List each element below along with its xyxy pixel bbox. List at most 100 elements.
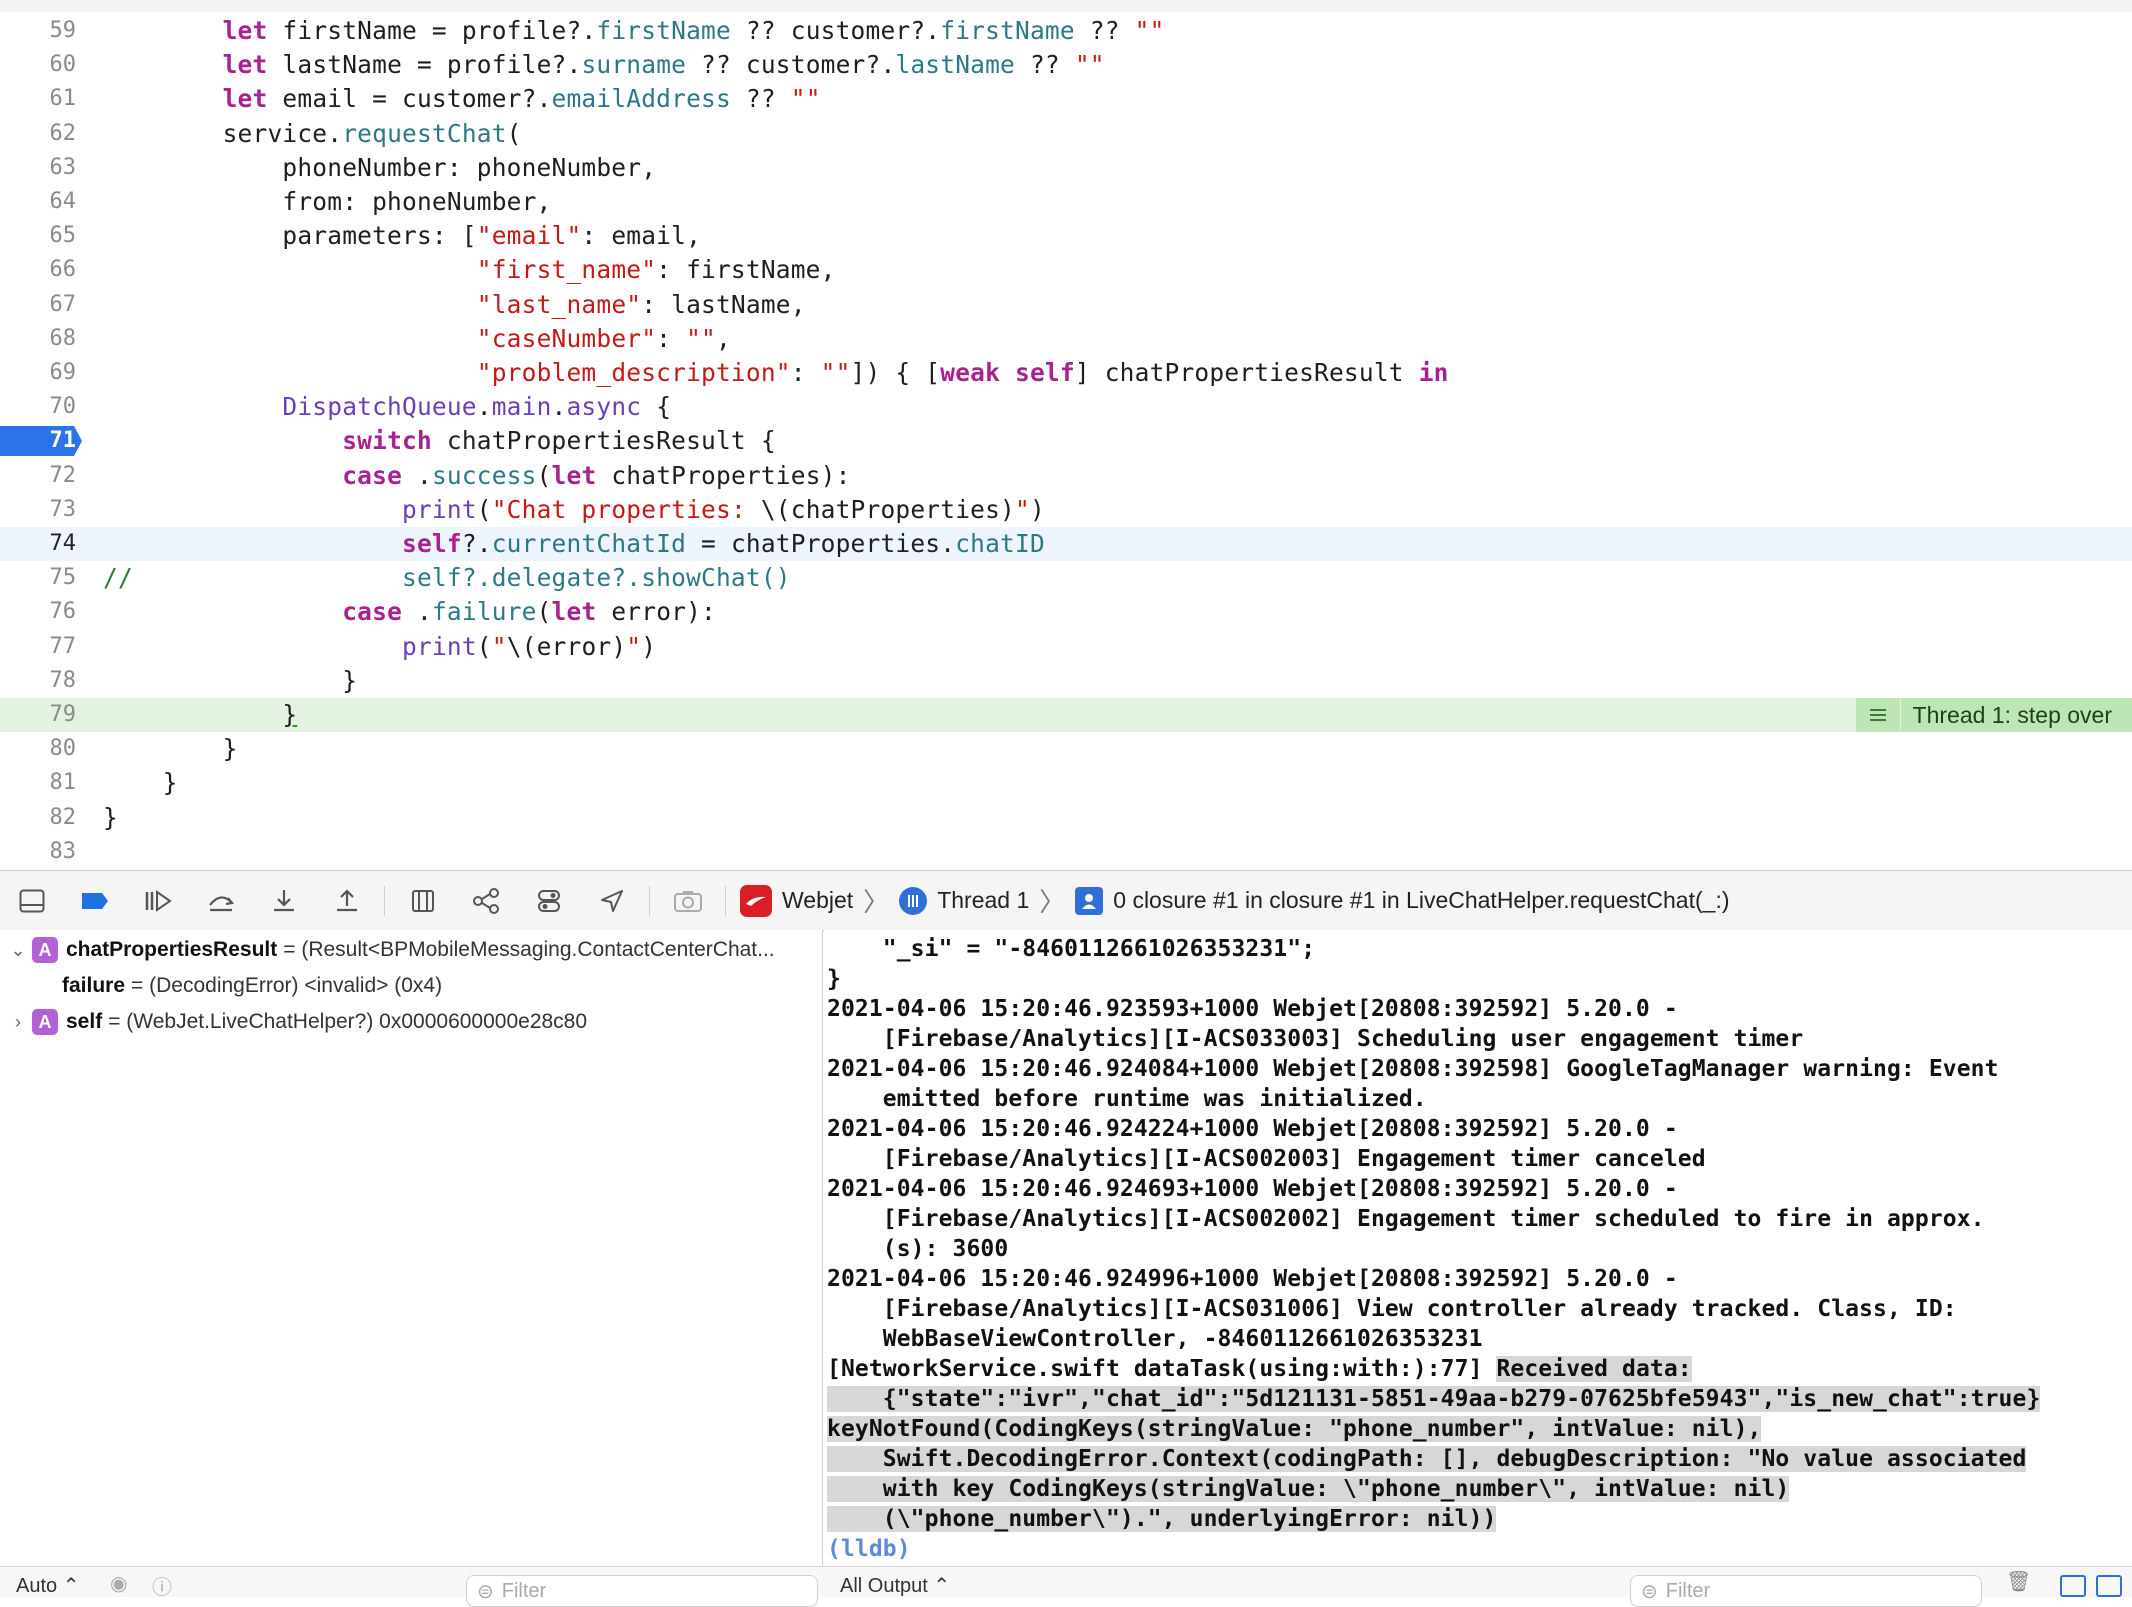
log-text: 2021-04-06 15:20:46.924693+1000 Webjet[2… [827, 1176, 1678, 1202]
breakpoints-toggle-button[interactable] [63, 871, 126, 930]
log-text: 2021-04-06 15:20:46.924084+1000 Webjet[2… [827, 1056, 1999, 1082]
code-line[interactable]: 80 } [0, 732, 2132, 766]
code-text: case .failure(let error): [342, 597, 717, 627]
console-line: emitted before runtime was initialized. [827, 1084, 2040, 1114]
code-line[interactable]: 68 "caseNumber": "", [0, 322, 2132, 356]
output-scope-popup[interactable]: All Output ⌃ [840, 1573, 950, 1598]
trash-icon[interactable]: 🗑 [2006, 1569, 2031, 1594]
code-line[interactable]: 83 [0, 835, 2132, 869]
code-line[interactable]: 77 print("\(error)") [0, 630, 2132, 664]
line-number: 71 [49, 428, 77, 454]
code-line[interactable]: 75 // self?.delegate?.showChat() [0, 561, 2132, 595]
memory-graph-button[interactable] [454, 871, 517, 930]
log-text: emitted before runtime was initialized. [827, 1086, 1427, 1112]
memory-graph-icon [472, 887, 499, 914]
simulate-location-button[interactable] [580, 871, 643, 930]
code-text: "problem_description": ""]) { [weak self… [476, 358, 1449, 387]
location-arrow-icon [600, 889, 623, 912]
environment-overrides-button[interactable] [517, 871, 580, 930]
code-line[interactable]: 69 "problem_description": ""]) { [weak s… [0, 356, 2132, 390]
breadcrumb-thread[interactable]: Thread 1 [899, 886, 1029, 915]
log-text: WebBaseViewController, -8460112661026353… [827, 1326, 1483, 1352]
split-left-icon[interactable] [2060, 1575, 2086, 1597]
code-line[interactable]: 74 self?.currentChatId = chatProperties.… [0, 527, 2132, 561]
variable-value: = (Result<BPMobileMessaging.ContactCente… [283, 938, 775, 961]
console-output[interactable]: "_si" = "-8460112661026353231";} 2021-04-… [824, 930, 2132, 1560]
auto-scope-popup[interactable]: Auto ⌃ [16, 1573, 79, 1598]
step-out-button[interactable] [315, 871, 378, 930]
code-line[interactable]: 65 parameters: ["email": email, [0, 219, 2132, 253]
step-into-button[interactable] [252, 871, 315, 930]
log-text: 2021-04-06 15:20:46.923593+1000 Webjet[2… [827, 996, 1678, 1022]
variable-row[interactable]: › Aself = (WebJet.LiveChatHelper?) 0x00006… [0, 1004, 587, 1040]
thread-step-badge[interactable]: Thread 1: step over [1855, 698, 2132, 732]
log-prefix: [NetworkService.swift dataTask(using:wit… [827, 1356, 1497, 1382]
eye-icon[interactable]: ◉ [110, 1571, 127, 1596]
code-text: } [103, 768, 178, 798]
code-line[interactable]: 67 "last_name": lastName, [0, 288, 2132, 322]
code-line[interactable]: 79 } Thread 1: step over [0, 698, 2132, 732]
code-text: let email = customer?.emailAddress ?? "" [222, 84, 821, 114]
console-line: with key CodingKeys(stringValue: \"phone… [827, 1474, 2040, 1504]
code-line[interactable]: 70 DispatchQueue.main.async { [0, 390, 2132, 424]
breadcrumb-frame[interactable]: 0 closure #1 in closure #1 in LiveChatHe… [1075, 886, 1730, 915]
variable-row[interactable]: ⌄ AchatPropertiesResult = (Result<BPMobile… [0, 932, 775, 968]
console-line: {"state":"ivr","chat_id":"5d121131-5851-… [827, 1384, 2041, 1414]
code-line[interactable]: 59 let firstName = profile?.firstName ??… [0, 14, 2132, 48]
line-number: 79 [49, 702, 77, 727]
code-line[interactable]: 61 let email = customer?.emailAddress ??… [0, 82, 2132, 116]
console-filter-input[interactable]: ⊜ Filter [1630, 1575, 1982, 1607]
breakpoint-flag[interactable]: 71 [0, 424, 82, 458]
variables-view[interactable]: ⌄ AchatPropertiesResult = (Result<BPMobile… [0, 930, 823, 1596]
code-line[interactable]: 60 let lastName = profile?.surname ?? cu… [0, 48, 2132, 82]
line-number: 81 [49, 770, 77, 796]
console-line: (s): 3600 [827, 1234, 2040, 1264]
frame-name: 0 closure #1 in closure #1 in LiveChatHe… [1113, 887, 1730, 913]
line-number: 73 [49, 496, 77, 522]
log-text: keyNotFound(CodingKeys(stringValue: "pho… [827, 1416, 1762, 1442]
variable-row[interactable]: failure = (DecodingError) <invalid> (0x4) [0, 968, 442, 1004]
log-text: (s): 3600 [827, 1236, 1009, 1262]
list-icon [1855, 698, 1901, 732]
split-right-icon[interactable] [2096, 1575, 2122, 1597]
console-line: 2021-04-06 15:20:46.924996+1000 Webjet[2… [827, 1264, 2040, 1294]
code-line[interactable]: 66 "first_name": firstName, [0, 253, 2132, 287]
code-text: "first_name": firstName, [476, 255, 836, 285]
code-line[interactable]: 62 service.requestChat( [0, 117, 2132, 151]
code-line[interactable]: 64 from: phoneNumber, [0, 185, 2132, 219]
filter-icon: ⊜ [477, 1580, 494, 1603]
log-text: 2021-04-06 15:20:46.924996+1000 Webjet[2… [827, 1266, 1678, 1292]
code-line[interactable]: 72 case .success(let chatProperties): [0, 459, 2132, 493]
continue-button[interactable] [126, 871, 189, 930]
frame-user-icon [1075, 886, 1104, 915]
code-line[interactable]: 82} [0, 801, 2132, 835]
code-line[interactable]: 73 print("Chat properties: \(chatPropert… [0, 493, 2132, 527]
code-text: case .success(let chatProperties): [342, 460, 851, 490]
code-line[interactable]: 78 } [0, 664, 2132, 698]
filter-icon: ⊜ [1641, 1580, 1658, 1603]
variables-filter-input[interactable]: ⊜ Filter [466, 1575, 818, 1607]
code-text: } [103, 665, 358, 695]
capture-gpu-button[interactable] [656, 871, 719, 930]
breadcrumb-app[interactable]: Webjet [740, 884, 853, 917]
code-line[interactable]: 81 } [0, 766, 2132, 800]
code-line[interactable]: 76 case .failure(let error): [0, 595, 2132, 629]
console-line: 2021-04-06 15:20:46.924224+1000 Webjet[2… [827, 1114, 2040, 1144]
source-editor[interactable]: 59 let firstName = profile?.firstName ??… [0, 12, 2132, 870]
code-line[interactable]: 71 switch chatPropertiesResult { [0, 424, 2132, 458]
step-over-button[interactable] [189, 871, 252, 930]
console-line: Swift.DecodingError.Context(codingPath: … [827, 1444, 2040, 1474]
hide-debug-area-button[interactable] [0, 871, 63, 930]
code-line[interactable]: 63 phoneNumber: phoneNumber, [0, 151, 2132, 185]
disclosure-expanded-icon[interactable]: ⌄ [4, 940, 32, 961]
console-line: [Firebase/Analytics][I-ACS002002] Engage… [827, 1204, 2040, 1234]
disclosure-collapsed-icon[interactable]: › [4, 1012, 32, 1033]
variable-name: self [66, 1010, 103, 1033]
variable-type-badge: A [32, 937, 58, 963]
line-number: 74 [49, 531, 77, 556]
console-line: [Firebase/Analytics][I-ACS002003] Engage… [827, 1144, 2040, 1174]
line-number: 63 [49, 154, 77, 180]
line-number: 83 [49, 838, 77, 864]
log-text: [Firebase/Analytics][I-ACS002002] Engage… [827, 1206, 1985, 1232]
view-hierarchy-button[interactable] [391, 871, 454, 930]
